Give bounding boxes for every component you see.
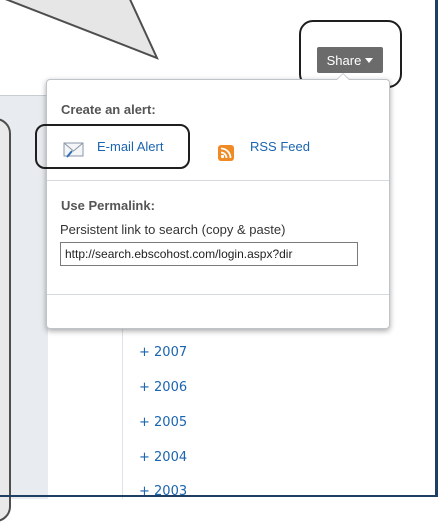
screenshot-frame xyxy=(0,0,438,497)
